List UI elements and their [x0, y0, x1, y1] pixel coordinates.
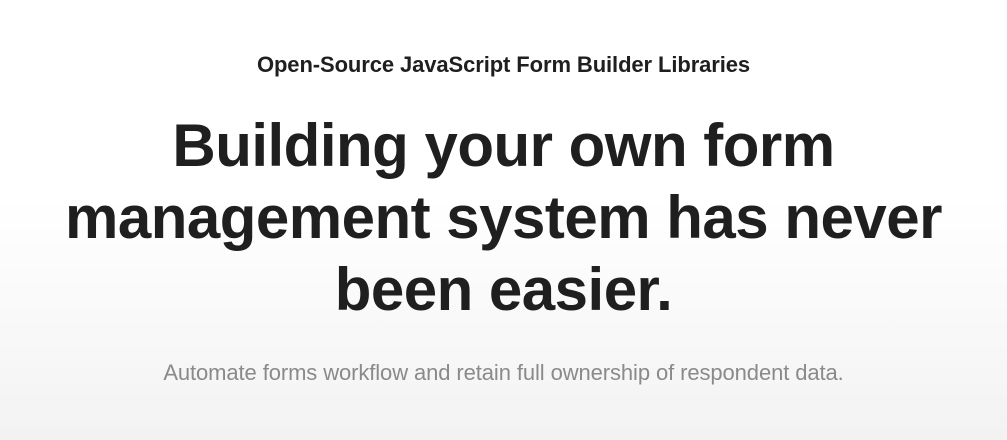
hero-section: Open-Source JavaScript Form Builder Libr… [0, 0, 1007, 440]
hero-subline: Automate forms workflow and retain full … [163, 360, 844, 385]
hero-headline-line: Building your own form [172, 112, 835, 179]
hero-headline: Building your own form management system… [0, 110, 1007, 326]
hero-eyebrow: Open-Source JavaScript Form Builder Libr… [256, 52, 751, 77]
hero-headline-line: management system has never [65, 184, 942, 251]
hero-headline-line: been easier. [334, 256, 673, 323]
